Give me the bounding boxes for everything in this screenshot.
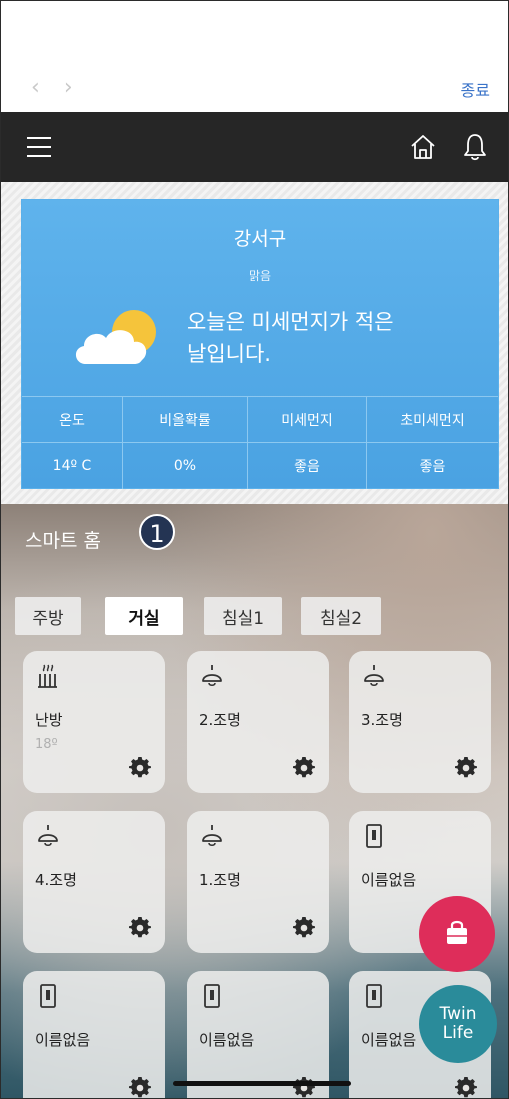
device-label: 2.조명 <box>199 711 241 729</box>
weather-city: 강서구 <box>233 228 287 250</box>
bell-icon[interactable] <box>460 132 490 162</box>
device-tile[interactable]: 이름없음 <box>187 971 329 1098</box>
tab-bedroom1[interactable]: 침실1 <box>204 597 282 635</box>
shop-button[interactable] <box>419 896 495 972</box>
lamp-icon <box>361 663 387 689</box>
home-indicator <box>173 1081 351 1086</box>
device-label: 3.조명 <box>361 711 403 729</box>
smart-home-section: 스마트 홈 1 주방 거실 침실1 침실2 난방 18º 2.조명 3.조명 4.조명 1… <box>1 504 508 1098</box>
device-tile[interactable]: 1.조명 <box>187 811 329 953</box>
room-tabs: 주방 거실 침실1 침실2 <box>1 597 508 635</box>
weather-card: 강서구 맑음 오늘은 미세먼지가 적은 날입니다. 온도 비올확률 미세먼지 초… <box>21 199 499 489</box>
tab-bedroom2[interactable]: 침실2 <box>301 597 381 635</box>
device-value: 18º <box>35 737 58 752</box>
switch-icon <box>35 983 61 1009</box>
twin-life-label-line2: Life <box>442 1023 474 1043</box>
app-frame: ‹› 종료 강서구 맑음 오늘은 미세먼지가 적은 날입니다. 온도 비올확률 <box>0 0 509 1099</box>
hamburger-icon[interactable] <box>27 137 51 157</box>
weather-table: 온도 비올확률 미세먼지 초미세먼지 14º C 0% 좋음 좋음 <box>22 396 498 489</box>
back-arrow-icon[interactable]: ‹ <box>31 75 64 100</box>
forward-arrow-icon[interactable]: › <box>64 75 97 100</box>
partly-cloudy-icon <box>75 310 156 364</box>
device-label: 1.조명 <box>199 871 241 889</box>
heater-icon <box>35 663 61 689</box>
device-label: 이름없음 <box>361 871 417 889</box>
weather-table-header: 온도 비올확률 미세먼지 초미세먼지 <box>22 397 498 443</box>
tab-kitchen[interactable]: 주방 <box>15 597 81 635</box>
gear-icon[interactable] <box>129 917 151 939</box>
device-label: 이름없음 <box>199 1031 255 1049</box>
gear-icon[interactable] <box>455 757 477 779</box>
value-temperature: 14º C <box>22 443 123 489</box>
twin-life-label-line1: Twin <box>439 1004 477 1024</box>
home-icon[interactable] <box>408 132 438 162</box>
lamp-icon <box>35 823 61 849</box>
lamp-icon <box>199 823 225 849</box>
twin-life-button[interactable]: Twin Life <box>419 985 497 1063</box>
header-fine-dust: 미세먼지 <box>248 397 367 442</box>
step-badge: 1 <box>139 514 175 550</box>
gear-icon[interactable] <box>455 1077 477 1098</box>
weather-table-values: 14º C 0% 좋음 좋음 <box>22 443 498 489</box>
lamp-icon <box>199 663 225 689</box>
device-label: 난방 <box>35 711 63 729</box>
value-fine-dust: 좋음 <box>248 443 367 489</box>
close-button[interactable]: 종료 <box>461 77 490 101</box>
tab-living-room[interactable]: 거실 <box>105 597 183 635</box>
device-label: 4.조명 <box>35 871 77 889</box>
device-tile[interactable]: 이름없음 <box>23 971 165 1098</box>
device-tile[interactable]: 2.조명 <box>187 651 329 793</box>
device-label: 이름없음 <box>361 1031 417 1049</box>
device-tile[interactable]: 3.조명 <box>349 651 491 793</box>
header-temperature: 온도 <box>22 397 123 442</box>
smart-home-title: 스마트 홈 <box>25 530 101 552</box>
switch-icon <box>199 983 225 1009</box>
browser-bar: ‹› 종료 <box>1 1 508 111</box>
app-header <box>1 112 508 182</box>
weather-message: 오늘은 미세먼지가 적은 날입니다. <box>187 306 487 370</box>
device-label: 이름없음 <box>35 1031 91 1049</box>
gear-icon[interactable] <box>129 1077 151 1098</box>
weather-message-line1: 오늘은 미세먼지가 적은 <box>187 310 394 334</box>
value-rain-chance: 0% <box>123 443 248 489</box>
switch-icon <box>361 823 387 849</box>
device-tile[interactable]: 4.조명 <box>23 811 165 953</box>
value-ultrafine-dust: 좋음 <box>419 459 446 475</box>
device-tile[interactable]: 난방 18º <box>23 651 165 793</box>
gear-icon[interactable] <box>293 757 315 779</box>
gear-icon[interactable] <box>293 917 315 939</box>
browser-nav: ‹› <box>31 75 97 100</box>
shopping-bag-icon <box>447 920 467 944</box>
header-ultrafine-dust: 초미세먼지 <box>400 412 465 429</box>
weather-message-line2: 날입니다. <box>187 342 271 366</box>
gear-icon[interactable] <box>129 757 151 779</box>
weather-condition: 맑음 <box>248 269 272 283</box>
switch-icon <box>361 983 387 1009</box>
header-rain-chance: 비올확률 <box>123 397 248 442</box>
